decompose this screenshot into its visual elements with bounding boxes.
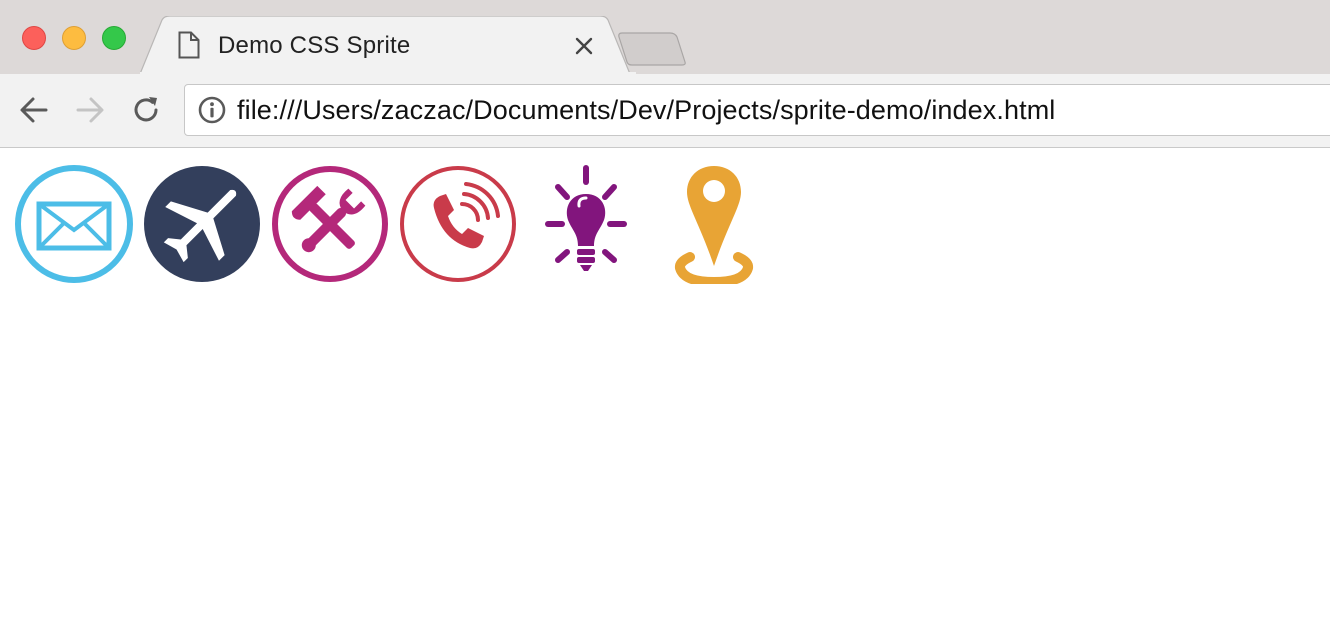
page-content [0,149,1330,636]
address-bar[interactable]: file:///Users/zaczac/Documents/Dev/Proje… [184,84,1330,136]
info-icon[interactable] [197,95,227,125]
browser-window: Demo CSS Sprite file:///Users/zaczac/Doc… [0,0,1330,636]
reload-icon [134,97,158,122]
tab-strip: Demo CSS Sprite [0,0,1330,74]
document-icon [178,31,200,59]
window-maximize-button[interactable] [102,26,126,50]
back-button[interactable] [16,92,52,128]
url-text[interactable]: file:///Users/zaczac/Documents/Dev/Proje… [237,95,1055,126]
tools-sprite [270,164,390,284]
airplane-icon [144,166,260,282]
close-tab-button[interactable] [572,34,596,58]
tools-icon [272,166,388,282]
lightbulb-icon [545,165,627,271]
airplane-sprite [142,164,262,284]
browser-toolbar: file:///Users/zaczac/Documents/Dev/Proje… [0,74,1330,148]
window-minimize-button[interactable] [62,26,86,50]
forward-button[interactable] [72,92,108,128]
sprite-row [14,164,782,284]
arrow-right-icon [76,97,104,123]
phone-sprite [398,164,518,284]
window-close-button[interactable] [22,26,46,50]
location-pin-sprite [654,164,774,284]
close-icon [575,37,593,55]
new-tab-button[interactable] [618,32,688,66]
mail-icon [15,165,133,283]
mail-sprite [14,164,134,284]
lightbulb-sprite [526,164,646,284]
reload-button[interactable] [128,92,164,128]
arrow-left-icon [20,97,48,123]
tab-title: Demo CSS Sprite [218,32,411,59]
location-pin-icon [674,166,754,284]
phone-icon [400,166,516,282]
active-tab-content: Demo CSS Sprite [170,16,610,74]
